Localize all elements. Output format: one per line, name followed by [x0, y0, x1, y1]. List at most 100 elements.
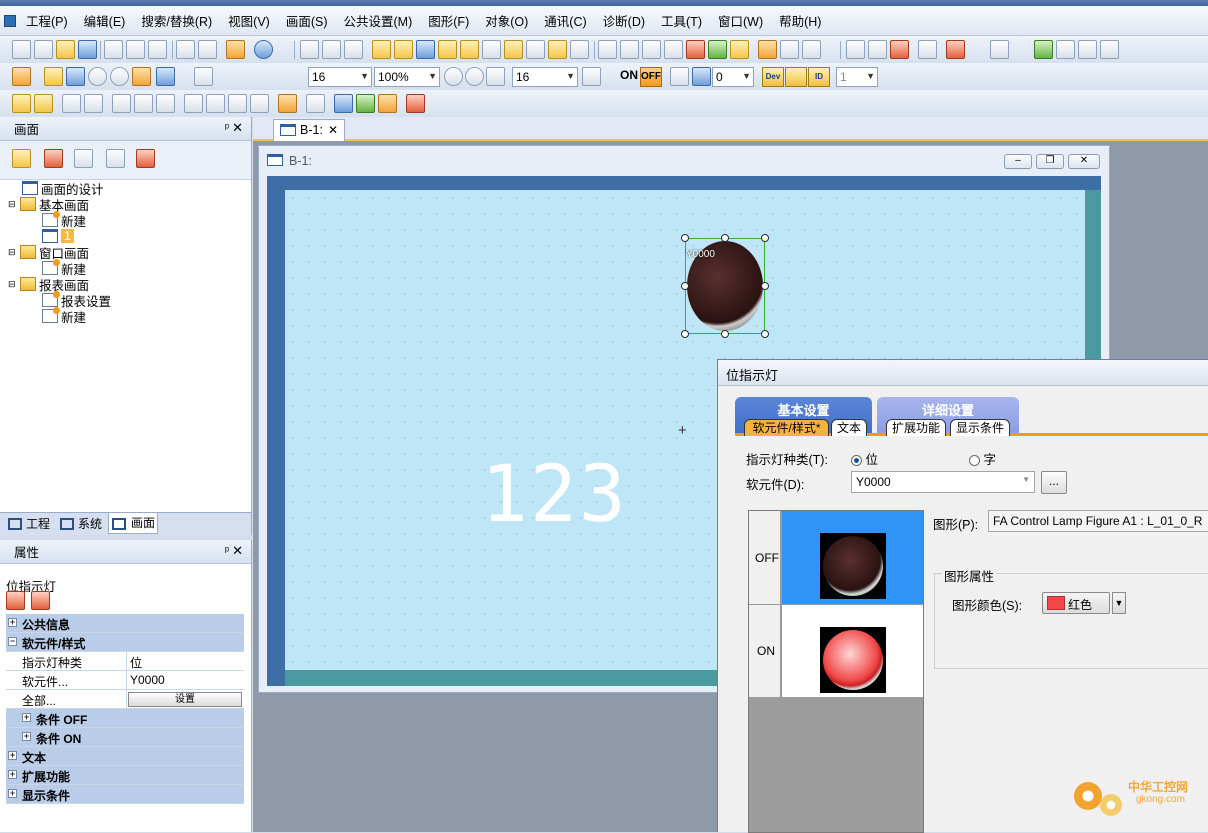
- resize-handle[interactable]: [681, 330, 689, 338]
- menu-communication[interactable]: 通讯(C): [536, 11, 594, 30]
- zoom-out-icon[interactable]: [465, 67, 484, 86]
- subtab-extended[interactable]: 扩展功能: [886, 419, 946, 436]
- prop-extended[interactable]: + 扩展功能: [6, 766, 244, 785]
- color-fill-icon[interactable]: [156, 67, 175, 86]
- menu-diagnostics[interactable]: 诊断(D): [595, 11, 653, 30]
- rotate-icon-4[interactable]: [250, 94, 269, 113]
- subtab-text[interactable]: 文本: [831, 419, 867, 436]
- resize-handle[interactable]: [761, 282, 769, 290]
- export-icon[interactable]: [868, 40, 887, 59]
- object-icon-5[interactable]: [460, 40, 479, 59]
- group-icon[interactable]: [12, 94, 31, 113]
- arrange-icon-3[interactable]: [642, 40, 661, 59]
- resize-handle[interactable]: [721, 234, 729, 242]
- close-tab-icon[interactable]: ✕: [328, 120, 338, 140]
- select-pointer-icon[interactable]: [226, 40, 245, 59]
- subtab-device-style[interactable]: 软元件/样式*: [744, 419, 829, 436]
- minimize-button[interactable]: –: [1004, 154, 1032, 169]
- menu-help[interactable]: 帮助(H): [771, 11, 829, 30]
- resize-handle[interactable]: [761, 330, 769, 338]
- restore-button[interactable]: ❐: [1036, 154, 1064, 169]
- object-icon-9[interactable]: [548, 40, 567, 59]
- undo-icon[interactable]: [176, 40, 195, 59]
- object-library-icon[interactable]: [758, 40, 777, 59]
- rotate-icon-3[interactable]: [228, 94, 247, 113]
- new-file-icon[interactable]: [12, 40, 31, 59]
- align-icon-4[interactable]: [156, 94, 175, 113]
- state-on-row[interactable]: [782, 605, 923, 697]
- align-icon-1[interactable]: [62, 94, 81, 113]
- close-window-button[interactable]: ✕: [1068, 154, 1100, 169]
- dev-list-icon[interactable]: [780, 40, 799, 59]
- radio-bit[interactable]: 位: [851, 449, 878, 468]
- numeric-display[interactable]: 123: [481, 450, 628, 540]
- screen-icon-3[interactable]: [344, 40, 363, 59]
- menu-figure[interactable]: 图形(F): [420, 11, 477, 30]
- subtab-display-condition[interactable]: 显示条件: [950, 419, 1010, 436]
- screen-icon-1[interactable]: [300, 40, 319, 59]
- object-icon-8[interactable]: [526, 40, 545, 59]
- copy-icon[interactable]: [126, 40, 145, 59]
- menu-edit[interactable]: 编辑(E): [76, 11, 134, 30]
- prop-condition-on[interactable]: + 条件 ON: [6, 728, 244, 747]
- shape-color-button[interactable]: 红色: [1042, 592, 1110, 614]
- copy-style-icon[interactable]: [112, 94, 131, 113]
- check-icon[interactable]: [890, 40, 909, 59]
- arrange-icon-6[interactable]: [708, 40, 727, 59]
- edit-icon[interactable]: [306, 94, 325, 113]
- zoom-window-icon[interactable]: [194, 67, 213, 86]
- snap-icon[interactable]: [132, 67, 151, 86]
- object-icon-4[interactable]: [438, 40, 457, 59]
- cut-icon[interactable]: [104, 40, 123, 59]
- properties-icon[interactable]: [990, 40, 1009, 59]
- menu-tools[interactable]: 工具(T): [653, 11, 710, 30]
- menu-window[interactable]: 窗口(W): [710, 11, 771, 30]
- prop-device[interactable]: 软元件... Y0000: [6, 671, 244, 690]
- select-object-icon[interactable]: [356, 94, 375, 113]
- id-button[interactable]: ID: [808, 67, 830, 87]
- dev-list-button[interactable]: [785, 67, 807, 87]
- simulate-icon[interactable]: [1034, 40, 1053, 59]
- tree-base-new[interactable]: 新建: [42, 211, 86, 229]
- up-layer-icon[interactable]: [334, 94, 353, 113]
- zoom-select[interactable]: 100% ▼: [374, 67, 440, 87]
- menu-screen[interactable]: 画面(S): [278, 11, 336, 30]
- grid-icon[interactable]: [582, 67, 601, 86]
- cursor-object-icon[interactable]: [378, 94, 397, 113]
- screen-warning-icon[interactable]: [136, 149, 155, 168]
- object-icon-7[interactable]: [504, 40, 523, 59]
- delete-screen-icon[interactable]: [44, 149, 63, 168]
- close-icon[interactable]: ✕: [232, 120, 243, 136]
- screen-image-icon[interactable]: [406, 94, 425, 113]
- redo-icon[interactable]: [198, 40, 217, 59]
- prop-device-style[interactable]: − 软元件/样式: [6, 633, 244, 652]
- menu-view[interactable]: 视图(V): [220, 11, 278, 30]
- font-size-select[interactable]: 16 ▼: [308, 67, 372, 87]
- shape-field[interactable]: FA Control Lamp Figure A1 : L_01_0_R: [988, 510, 1208, 532]
- rotate-icon-2[interactable]: [206, 94, 225, 113]
- arrange-icon-7[interactable]: [730, 40, 749, 59]
- state-number-select[interactable]: 0 ▼: [712, 67, 754, 87]
- screen-next-icon[interactable]: [66, 67, 85, 86]
- network-icon[interactable]: [946, 40, 965, 59]
- simulate-icon-4[interactable]: [1100, 40, 1119, 59]
- transfer-icon[interactable]: [918, 40, 937, 59]
- prop-common[interactable]: + 公共信息: [6, 614, 244, 633]
- line-icon[interactable]: [278, 94, 297, 113]
- simulate-icon-2[interactable]: [1056, 40, 1075, 59]
- menu-common-settings[interactable]: 公共设置(M): [336, 11, 421, 30]
- pin-icon[interactable]: ᵖ: [225, 545, 229, 557]
- help-icon[interactable]: [254, 40, 273, 59]
- prop-condition-off[interactable]: + 条件 OFF: [6, 709, 244, 728]
- tree-report-new[interactable]: 新建: [42, 307, 86, 325]
- object-icon-2[interactable]: [394, 40, 413, 59]
- resize-handle[interactable]: [761, 234, 769, 242]
- color-dropdown-icon[interactable]: ▼: [1112, 592, 1126, 614]
- prop-display-condition[interactable]: + 显示条件: [6, 785, 244, 804]
- on-state-label[interactable]: ON: [620, 68, 638, 82]
- state-off-row[interactable]: [782, 529, 923, 604]
- align-icon-2[interactable]: [84, 94, 103, 113]
- dev-button[interactable]: Dev: [762, 67, 784, 87]
- prop-all-settings-button[interactable]: 设置: [128, 692, 242, 707]
- sort-category-icon[interactable]: [6, 591, 25, 610]
